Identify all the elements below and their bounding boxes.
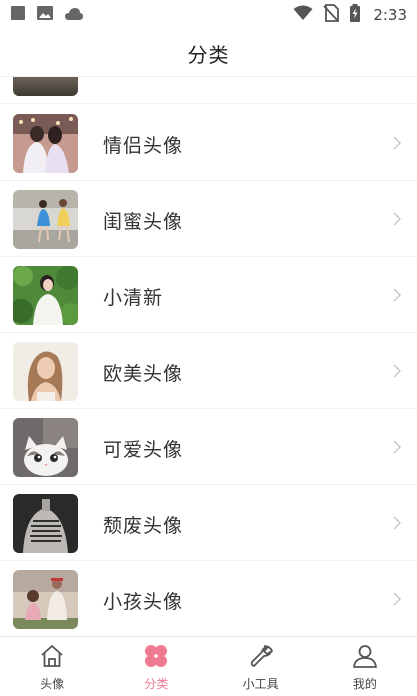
app-screen: 2:33 分类 情侣头像 闺蜜头像 小清新 欧美头像 可爱头像 颓废头像 小孩头… (0, 0, 417, 696)
friends-photo-thumbnail (13, 190, 78, 249)
category-item-western[interactable]: 欧美头像 (0, 333, 417, 409)
nav-label: 我的 (352, 677, 377, 691)
category-item-kids[interactable]: 小孩头像 (0, 561, 417, 636)
wifi-icon (293, 5, 313, 25)
chevron-right-icon (393, 288, 402, 302)
category-label: 可爱头像 (103, 439, 184, 461)
cat-photo-thumbnail (13, 418, 78, 477)
image-icon (36, 5, 54, 25)
western-photo-thumbnail (13, 342, 78, 401)
category-label: 欧美头像 (103, 363, 184, 385)
cloud-icon (64, 6, 84, 25)
stop-square-icon (10, 5, 26, 25)
list-item-partial[interactable] (0, 77, 417, 104)
page-title: 分类 (187, 42, 230, 67)
chevron-right-icon (393, 364, 402, 378)
bottom-nav: 头像 分类 小工具 我的 (0, 636, 417, 696)
couple-photo-thumbnail (13, 114, 78, 173)
kids-photo-thumbnail (13, 570, 78, 629)
status-right-icons: 2:33 (293, 4, 407, 26)
status-bar: 2:33 (0, 0, 417, 30)
chevron-right-icon (393, 592, 402, 606)
user-icon (352, 644, 378, 672)
status-left-icons (10, 5, 84, 25)
decadent-photo-thumbnail (13, 494, 78, 553)
nav-tab-category[interactable]: 分类 (104, 637, 208, 696)
nav-tab-avatar[interactable]: 头像 (0, 637, 104, 696)
chevron-right-icon (393, 136, 402, 150)
category-label: 颓废头像 (103, 515, 184, 537)
battery-charging-icon (349, 4, 361, 26)
chevron-right-icon (393, 516, 402, 530)
category-label: 闺蜜头像 (103, 211, 184, 233)
category-item-cute[interactable]: 可爱头像 (0, 409, 417, 485)
chevron-right-icon (393, 440, 402, 454)
category-item-couple[interactable]: 情侣头像 (0, 105, 417, 181)
category-label: 情侣头像 (103, 135, 184, 157)
category-label: 小孩头像 (103, 591, 184, 613)
no-sim-icon (323, 4, 340, 26)
category-list[interactable]: 情侣头像 闺蜜头像 小清新 欧美头像 可爱头像 颓废头像 小孩头像 (0, 77, 417, 636)
home-icon (39, 644, 65, 672)
fresh-photo-thumbnail (13, 266, 78, 325)
title-bar: 分类 (0, 30, 417, 77)
partial-thumbnail (13, 77, 78, 96)
clover-icon (143, 644, 169, 672)
nav-label: 头像 (40, 677, 65, 691)
nav-label: 分类 (144, 677, 169, 691)
category-item-fresh[interactable]: 小清新 (0, 257, 417, 333)
status-time: 2:33 (373, 6, 407, 24)
nav-tab-mine[interactable]: 我的 (313, 637, 417, 696)
category-item-decadent[interactable]: 颓废头像 (0, 485, 417, 561)
category-item-friends[interactable]: 闺蜜头像 (0, 181, 417, 257)
nav-label: 小工具 (242, 677, 279, 691)
category-label: 小清新 (103, 287, 164, 309)
chevron-right-icon (393, 212, 402, 226)
wrench-icon (248, 644, 274, 672)
nav-tab-tools[interactable]: 小工具 (209, 637, 313, 696)
